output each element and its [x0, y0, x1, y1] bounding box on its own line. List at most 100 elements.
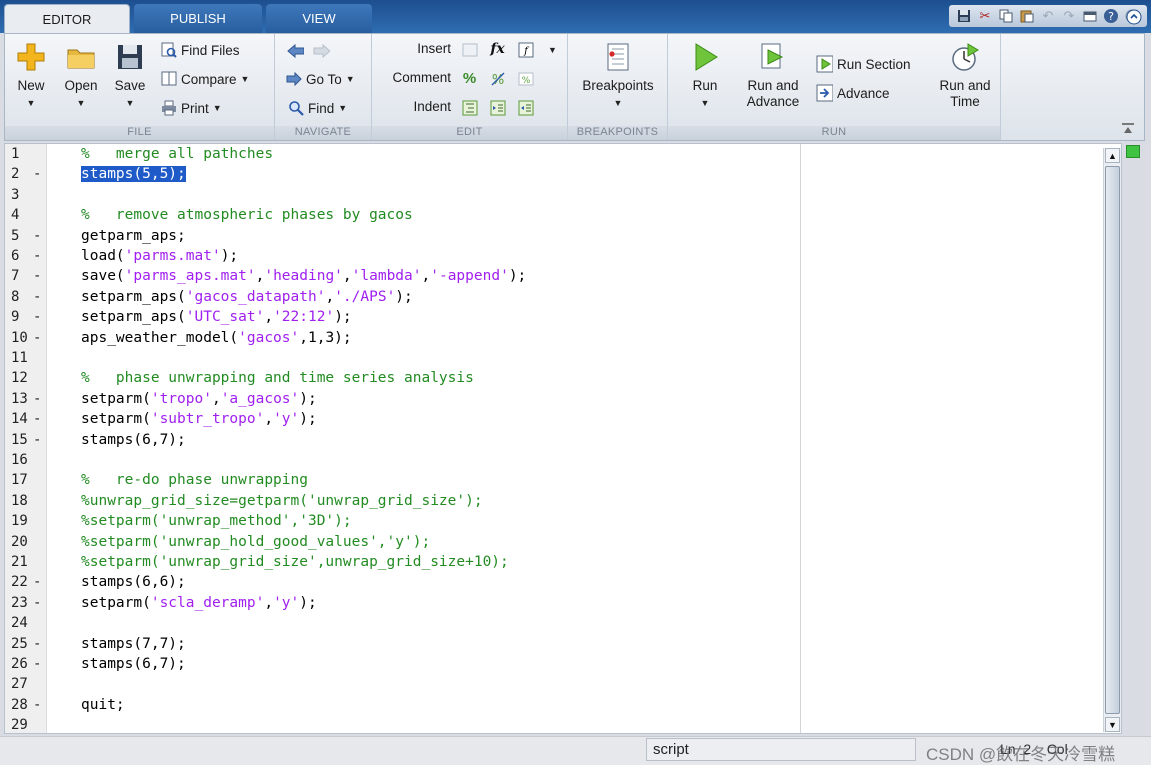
new-button[interactable]: New ▼ [9, 42, 53, 111]
breakpoint-marker[interactable]: - [33, 634, 45, 654]
breakpoint-marker[interactable] [33, 532, 45, 552]
print-button[interactable]: Print ▼ [160, 98, 222, 118]
code-line[interactable]: setparm('scla_deramp','y'); [81, 593, 317, 613]
insert-function-dropdown-icon[interactable]: f [517, 41, 534, 58]
breakpoint-marker[interactable]: - [33, 572, 45, 592]
code-area[interactable]: % merge all pathches stamps(5,5); % remove… [47, 144, 1107, 733]
breakpoint-marker[interactable] [33, 205, 45, 225]
go-to-button[interactable]: Go To ▼ [285, 69, 355, 89]
breakpoint-marker[interactable]: - [33, 328, 45, 348]
insert-section-icon[interactable] [461, 41, 478, 58]
save-icon[interactable] [955, 7, 973, 25]
insert-function-fx-icon[interactable]: fx [489, 40, 506, 57]
breakpoint-marker[interactable] [33, 552, 45, 572]
code-line[interactable]: quit; [81, 695, 125, 715]
code-line[interactable]: stamps(5,5); [81, 164, 186, 184]
code-line[interactable]: stamps(6,6); [81, 572, 186, 592]
run-and-advance-button[interactable]: Run and Advance [740, 42, 806, 110]
smart-indent-icon[interactable] [461, 99, 478, 116]
scroll-down-icon[interactable]: ▼ [1105, 717, 1120, 732]
find-button[interactable]: Find ▼ [287, 98, 347, 118]
advance-button[interactable]: Advance [816, 83, 890, 103]
breakpoint-marker[interactable]: - [33, 654, 45, 674]
code-line[interactable]: %setparm('unwrap_grid_size',unwrap_grid_… [81, 552, 509, 572]
code-analyzer-status-indicator[interactable] [1126, 145, 1140, 158]
breakpoint-marker[interactable] [33, 613, 45, 633]
code-editor[interactable]: 1 2-3 4 5-6-7-8-9-10-11 12 13-14-15-16 1… [4, 143, 1122, 734]
forward-arrow-icon[interactable] [313, 42, 330, 59]
code-line[interactable]: setparm_aps('gacos_datapath','./APS'); [81, 287, 413, 307]
tab-view[interactable]: VIEW [266, 4, 372, 33]
comment-percent-icon[interactable]: % [461, 70, 478, 87]
breakpoint-marker[interactable]: - [33, 266, 45, 286]
save-button[interactable]: Save ▼ [108, 42, 152, 111]
code-line[interactable]: aps_weather_model('gacos',1,3); [81, 328, 352, 348]
code-line[interactable]: getparm_aps; [81, 226, 186, 246]
code-line[interactable]: stamps(6,7); [81, 430, 186, 450]
decrease-indent-icon[interactable] [517, 99, 534, 116]
breakpoint-marker[interactable]: - [33, 246, 45, 266]
code-line[interactable]: stamps(6,7); [81, 654, 186, 674]
code-line[interactable]: %unwrap_grid_size=getparm('unwrap_grid_s… [81, 491, 483, 511]
breakpoint-marker[interactable] [33, 511, 45, 531]
expand-icon[interactable] [1125, 8, 1143, 26]
breakpoint-marker[interactable] [33, 185, 45, 205]
code-line[interactable]: % re-do phase unwrapping [81, 470, 308, 490]
paste-icon[interactable] [1018, 7, 1036, 25]
scroll-thumb[interactable] [1105, 166, 1120, 714]
vertical-scrollbar[interactable]: ▲ ▼ [1103, 148, 1121, 732]
breakpoint-marker[interactable] [33, 144, 45, 164]
code-line[interactable]: setparm('tropo','a_gacos'); [81, 389, 317, 409]
undo-icon[interactable]: ↶ [1039, 7, 1057, 25]
breakpoint-marker[interactable]: - [33, 389, 45, 409]
breakpoint-marker[interactable]: - [33, 307, 45, 327]
code-line[interactable]: %setparm('unwrap_hold_good_values','y'); [81, 532, 430, 552]
back-arrow-icon[interactable] [287, 42, 304, 59]
uncomment-icon[interactable]: % [489, 70, 506, 87]
breakpoint-marker[interactable] [33, 470, 45, 490]
code-text: , [421, 268, 431, 285]
breakpoint-marker[interactable] [33, 715, 45, 735]
code-line[interactable]: % phase unwrapping and time series analy… [81, 368, 474, 388]
run-section-button[interactable]: Run Section [816, 54, 911, 74]
redo-icon[interactable]: ↷ [1060, 7, 1078, 25]
code-line[interactable]: %setparm('unwrap_method','3D'); [81, 511, 352, 531]
switch-windows-icon[interactable] [1081, 7, 1099, 25]
code-line[interactable]: setparm_aps('UTC_sat','22:12'); [81, 307, 352, 327]
breakpoint-marker[interactable]: - [33, 409, 45, 429]
scroll-up-icon[interactable]: ▲ [1105, 148, 1120, 163]
breakpoint-marker[interactable] [33, 450, 45, 470]
increase-indent-icon[interactable] [489, 99, 506, 116]
run-and-time-button[interactable]: Run and Time [930, 42, 1000, 110]
breakpoint-marker[interactable] [33, 674, 45, 694]
code-line[interactable]: stamps(7,7); [81, 634, 186, 654]
tab-editor[interactable]: EDITOR [4, 4, 130, 33]
breakpoint-marker[interactable]: - [33, 695, 45, 715]
code-line[interactable]: setparm('subtr_tropo','y'); [81, 409, 317, 429]
breakpoint-marker[interactable]: - [33, 164, 45, 184]
breakpoint-marker[interactable]: - [33, 226, 45, 246]
code-line[interactable]: save('parms_aps.mat','heading','lambda',… [81, 266, 526, 286]
breakpoint-marker[interactable]: - [33, 430, 45, 450]
copy-icon[interactable] [997, 7, 1015, 25]
breakpoint-marker[interactable]: - [33, 593, 45, 613]
insert-dropdown-caret[interactable]: ▼ [548, 45, 557, 55]
breakpoint-marker[interactable] [33, 491, 45, 511]
wrap-comments-icon[interactable]: % [517, 70, 534, 87]
tab-publish[interactable]: PUBLISH [134, 4, 262, 33]
help-icon[interactable]: ? [1102, 7, 1120, 25]
breakpoint-marker[interactable]: - [33, 287, 45, 307]
breakpoint-marker[interactable] [33, 348, 45, 368]
breakpoint-marker[interactable] [33, 368, 45, 388]
breakpoints-button[interactable]: Breakpoints ▼ [572, 42, 664, 111]
collapse-toolstrip-icon[interactable] [1119, 120, 1136, 137]
find-files-button[interactable]: Find Files [160, 40, 240, 60]
run-button[interactable]: Run ▼ [680, 42, 730, 111]
breakpoints-group-label: BREAKPOINTS [568, 126, 667, 140]
compare-button[interactable]: Compare ▼ [160, 69, 249, 89]
cut-icon[interactable]: ✂ [976, 7, 994, 25]
code-line[interactable]: load('parms.mat'); [81, 246, 238, 266]
code-line[interactable]: % remove atmospheric phases by gacos [81, 205, 413, 225]
open-button[interactable]: Open ▼ [59, 42, 103, 111]
code-line[interactable]: % merge all pathches [81, 144, 273, 164]
